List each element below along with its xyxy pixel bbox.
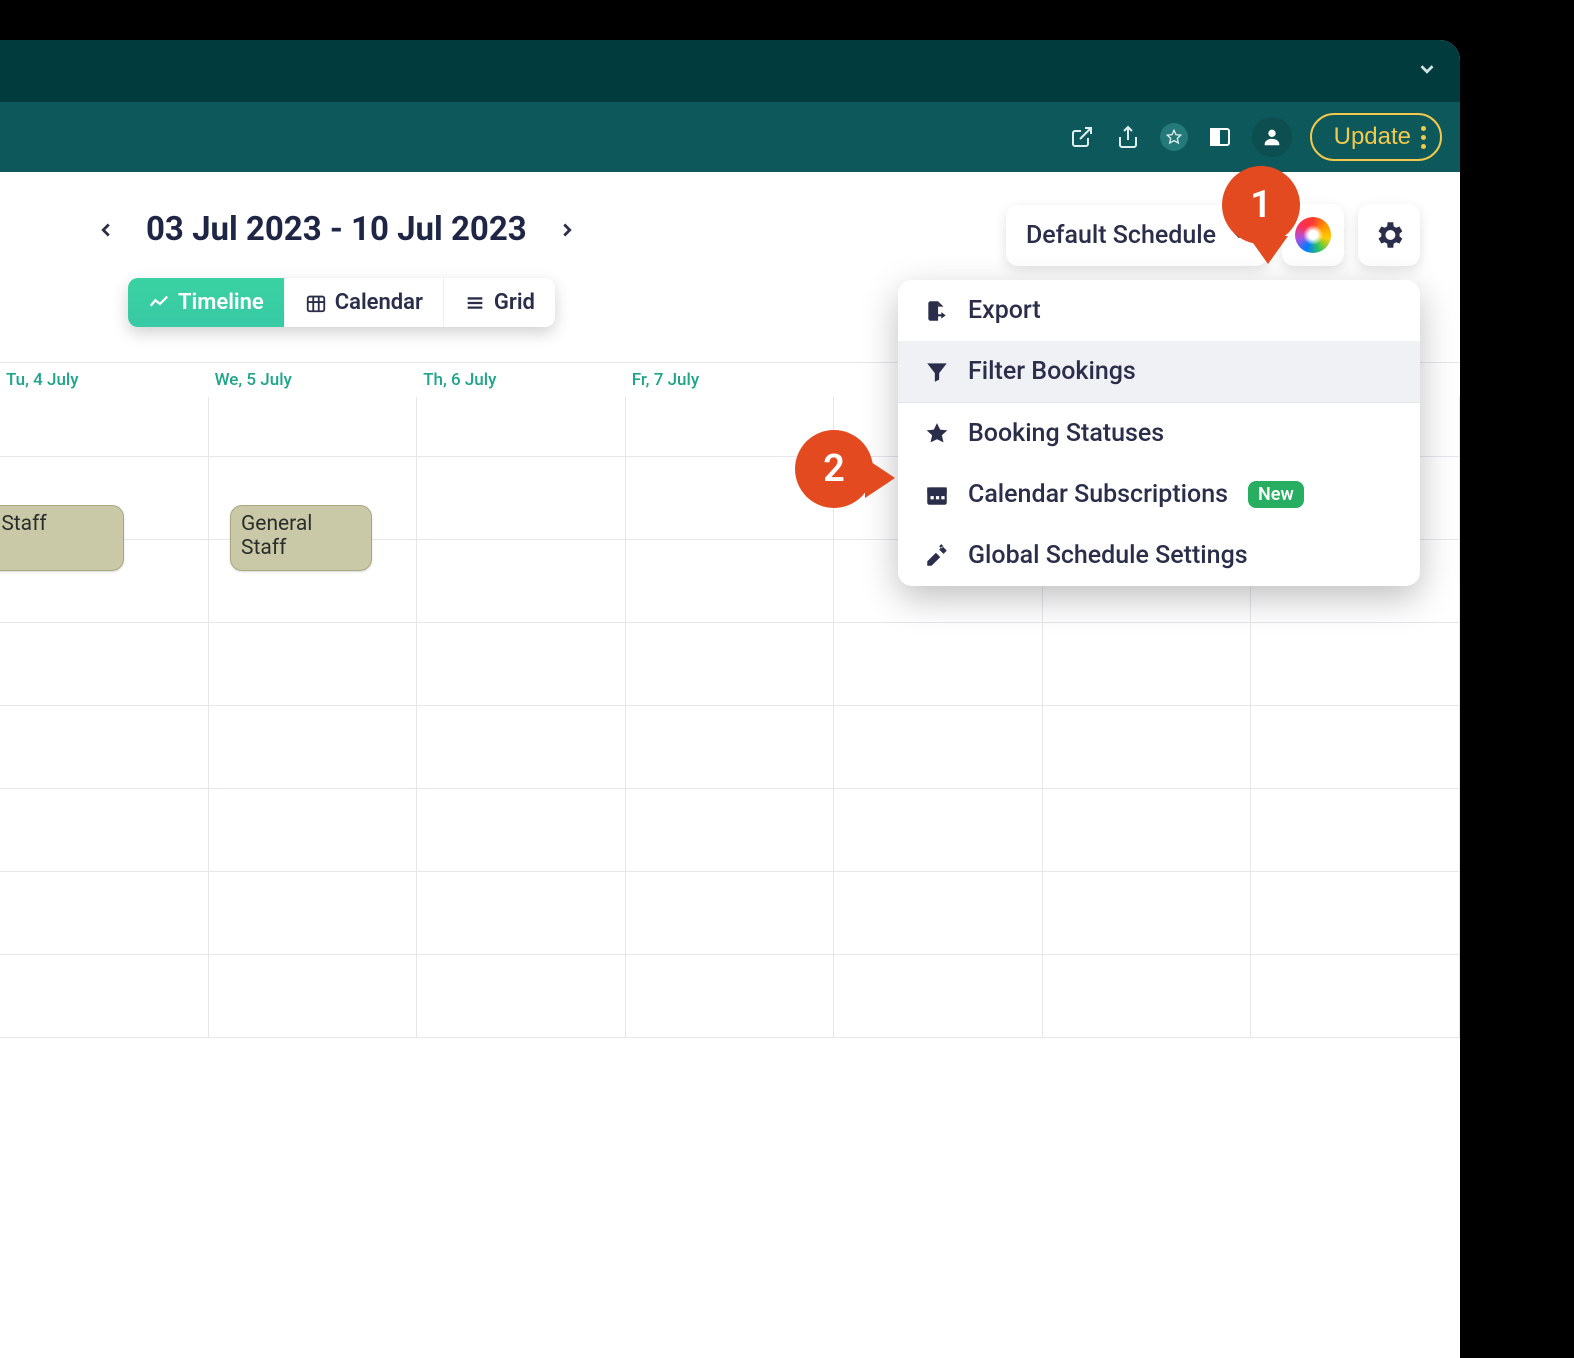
view-mode-switch: Timeline Calendar Grid	[128, 278, 555, 327]
event-general-staff[interactable]: General Staff	[230, 505, 372, 571]
menu-global-schedule-settings[interactable]: Global Schedule Settings	[898, 525, 1420, 586]
annotation-callout-2: 2	[795, 430, 873, 508]
window-titlebar	[0, 40, 1460, 102]
callout-1-number: 1	[1250, 183, 1272, 227]
tab-calendar-label: Calendar	[335, 290, 423, 315]
menu-booking-statuses-label: Booking Statuses	[968, 419, 1164, 448]
more-vertical-icon	[1421, 126, 1426, 149]
new-badge: New	[1248, 481, 1304, 508]
date-navigator: 03 Jul 2023 - 10 Jul 2023	[90, 210, 583, 249]
day-header: Tu, 4 July	[0, 363, 209, 397]
date-range-label: 03 Jul 2023 - 10 Jul 2023	[146, 210, 527, 249]
settings-dropdown-menu: Export Filter Bookings Booking Statuses …	[898, 280, 1420, 586]
menu-filter-bookings[interactable]: Filter Bookings	[898, 341, 1420, 402]
tab-timeline-label: Timeline	[178, 290, 264, 315]
menu-calendar-subscriptions[interactable]: Calendar Subscriptions New	[898, 464, 1420, 525]
chevron-down-icon[interactable]	[1416, 58, 1438, 84]
menu-booking-statuses[interactable]: Booking Statuses	[898, 403, 1420, 464]
event-teaching-staff[interactable]: Teaching Staff	[0, 505, 124, 571]
profile-avatar-icon[interactable]	[1252, 117, 1292, 157]
browser-window: Update 03 Jul 2023 - 10 Jul 2023 Timelin…	[0, 40, 1460, 1358]
settings-gear-button[interactable]	[1358, 204, 1420, 266]
event-label: Teaching Staff	[0, 512, 47, 536]
callout-2-number: 2	[823, 447, 845, 491]
menu-global-settings-label: Global Schedule Settings	[968, 541, 1248, 570]
annotation-callout-1: 1	[1222, 166, 1300, 244]
next-week-button[interactable]	[551, 214, 583, 246]
menu-calendar-subscriptions-label: Calendar Subscriptions	[968, 480, 1228, 509]
day-header: Fr, 7 July	[626, 363, 835, 397]
tab-timeline[interactable]: Timeline	[128, 278, 285, 327]
menu-export-label: Export	[968, 296, 1041, 325]
day-header: We, 5 July	[209, 363, 418, 397]
share-icon[interactable]	[1114, 123, 1142, 151]
tab-grid-label: Grid	[494, 290, 535, 315]
star-icon[interactable]	[1160, 123, 1188, 151]
prev-week-button[interactable]	[90, 214, 122, 246]
schedule-controls: Default Schedule	[1006, 204, 1420, 266]
panel-toggle-icon[interactable]	[1206, 123, 1234, 151]
tab-grid[interactable]: Grid	[444, 278, 555, 327]
browser-update-button[interactable]: Update	[1310, 113, 1442, 161]
event-label: General Staff	[241, 512, 312, 560]
day-header: Th, 6 July	[417, 363, 626, 397]
open-external-icon[interactable]	[1068, 123, 1096, 151]
browser-toolbar: Update	[0, 102, 1460, 172]
update-button-label: Update	[1334, 123, 1411, 151]
menu-export[interactable]: Export	[898, 280, 1420, 341]
app-content: 03 Jul 2023 - 10 Jul 2023 Timeline Calen…	[0, 172, 1460, 1358]
color-wheel-icon	[1295, 217, 1331, 253]
schedule-selector-label: Default Schedule	[1026, 221, 1216, 250]
menu-filter-bookings-label: Filter Bookings	[968, 357, 1136, 386]
tab-calendar[interactable]: Calendar	[285, 278, 444, 327]
